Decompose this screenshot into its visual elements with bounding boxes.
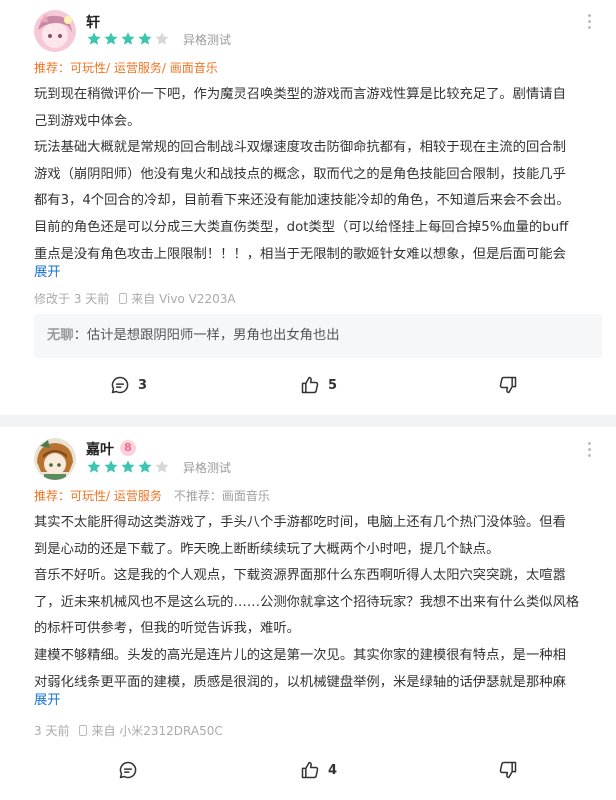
like-count: 4 [328,762,338,778]
device-source: 来自 小米2312DRA50C [91,724,223,738]
level-badge: 8 [120,440,136,456]
modified-time: 修改于 3 天前 [34,292,110,306]
review-content: 玩到现在稍微评价一下吧，作为魔灵召唤类型的游戏而言游戏性算是比较充足了。剧情请自… [34,82,600,268]
thumbs-down-icon [499,376,517,394]
device-source: 来自 Vivo V2203A [131,292,236,306]
star-icon [87,32,101,45]
username[interactable]: 嘉叶 [86,439,114,459]
content-line: 玩到现在稍微评价一下吧，作为魔灵召唤类型的游戏而言游戏性算是比较充足了。剧情请自 [34,87,566,102]
like-count: 5 [328,377,338,393]
like-button[interactable]: 4 [300,758,337,782]
recommend-tags: 推荐：可玩性/ 运营服务 不推荐：画面音乐 [34,487,270,504]
reply-author[interactable]: 无聊 [47,328,74,343]
like-button[interactable]: 5 [300,373,337,397]
content-line: 建模不够精细。头发的高光是连片儿的这是第一次见。其实你家的建模很有特点，是一种相 [34,647,566,663]
avatar[interactable] [34,438,76,480]
content-line: 到是心动的还是下载了。昨天晚上断断续续玩了大概两个小时吧，提几个缺点。 [34,541,500,557]
star-icon [104,460,118,473]
dislike-button[interactable] [498,373,518,397]
content-line: 对弱化线条更平面的建模，质感是很润的，以机械键盘举例，米是绿轴的话伊瑟就是那种麻 [34,674,566,690]
action-bar: 4 [0,758,616,782]
content-line: 了，近未来机械风也不是这么玩的……公测你就拿这个招待玩家？我想不出来有什么类似风… [34,594,580,610]
content-line: 的标杆可供参考，但我的听觉告诉我，难听。 [34,621,300,637]
not-recommend-text: 不推荐：画面音乐 [173,489,270,503]
comment-button[interactable] [118,758,146,782]
star-icon [104,32,118,45]
star-icon [155,32,169,45]
comment-button[interactable]: 3 [110,373,147,397]
action-bar: 3 5 [0,373,616,397]
modified-time: 3 天前 [34,724,70,738]
comment-icon [111,376,129,394]
star-icon [121,32,135,45]
username[interactable]: 轩 [86,12,100,32]
content-line: 游戏（崩阴阳师）他没有鬼火和战技点的概念，取而代之的是角色技能回合限制，技能几乎 [34,166,566,182]
review-meta: 修改于 3 天前 来自 Vivo V2203A [34,290,236,307]
more-options-icon[interactable] [588,442,594,457]
dislike-button[interactable] [498,758,518,782]
star-icon [138,32,152,45]
recommend-text: 推荐：可玩性/ 运营服务 [34,489,162,503]
star-icon [87,460,101,473]
thumbs-up-icon [301,376,319,394]
device-label: 异格测试 [183,461,232,475]
recommend-text: 推荐：可玩性/ 运营服务/ 画面音乐 [34,61,218,75]
phone-icon [119,293,128,304]
more-options-icon[interactable] [588,14,594,29]
review-meta: 3 天前 来自 小米2312DRA50C [34,722,223,739]
comment-count: 3 [138,377,148,393]
star-icon [138,460,152,473]
phone-icon [79,725,88,736]
thumbs-up-icon [301,761,319,779]
expand-link[interactable]: 展开 [34,689,61,708]
content-line: 都有3，4个回合的冷却，目前看下来还没有能加速技能冷却的角色，不知道后来会不会出… [34,193,570,209]
content-line: 己到游戏中体会。 [34,113,141,129]
review-card: 嘉叶 8 异格测试 推荐：可玩性/ 运营服务 不推荐：画面音乐 其实不太能肝得动这… [0,427,616,800]
star-icon [121,460,135,473]
divider [0,415,616,427]
star-rating [86,459,170,475]
reply-text: ：估计是想跟阴阳师一样，男角也出女角也出 [73,328,340,343]
reply-preview[interactable]: 无聊：估计是想跟阴阳师一样，男角也出女角也出 [34,314,602,358]
avatar[interactable] [34,10,76,52]
recommend-tags: 推荐：可玩性/ 运营服务/ 画面音乐 [34,59,218,76]
review-card: 轩 异格测试 推荐：可玩性/ 运营服务/ 画面音乐 玩到现在稍微评价一下吧，作为… [0,0,616,415]
content-line: 音乐不好听。这是我的个人观点，下载资源界面那什么东西啊听得人太阳穴突突跳，太喧嚣 [34,568,566,584]
star-rating [86,31,170,47]
content-line: 重点是没有角色攻击上限限制！！！，相当于无限制的歌姬针女难以想象，但是后面可能会 [34,246,566,262]
content-line: 其实不太能肝得动这类游戏了，手头八个手游都吃时间，电脑上还有几个热门没体验。但看 [34,515,566,530]
content-line: 玩法基础大概就是常规的回合制战斗双爆速度攻击防御命抗都有，相较于现在主流的回合制 [34,140,566,156]
review-content: 其实不太能肝得动这类游戏了，手头八个手游都吃时间，电脑上还有几个热门没体验。但看… [34,510,600,696]
thumbs-down-icon [499,761,517,779]
content-line: 目前的角色还是可以分成三大类直伤类型，dot类型（可以给怪挂上每回合掉5%血量的… [34,219,569,235]
device-label: 异格测试 [183,33,232,47]
star-icon [155,460,169,473]
expand-link[interactable]: 展开 [34,261,61,280]
comment-icon [119,761,137,779]
